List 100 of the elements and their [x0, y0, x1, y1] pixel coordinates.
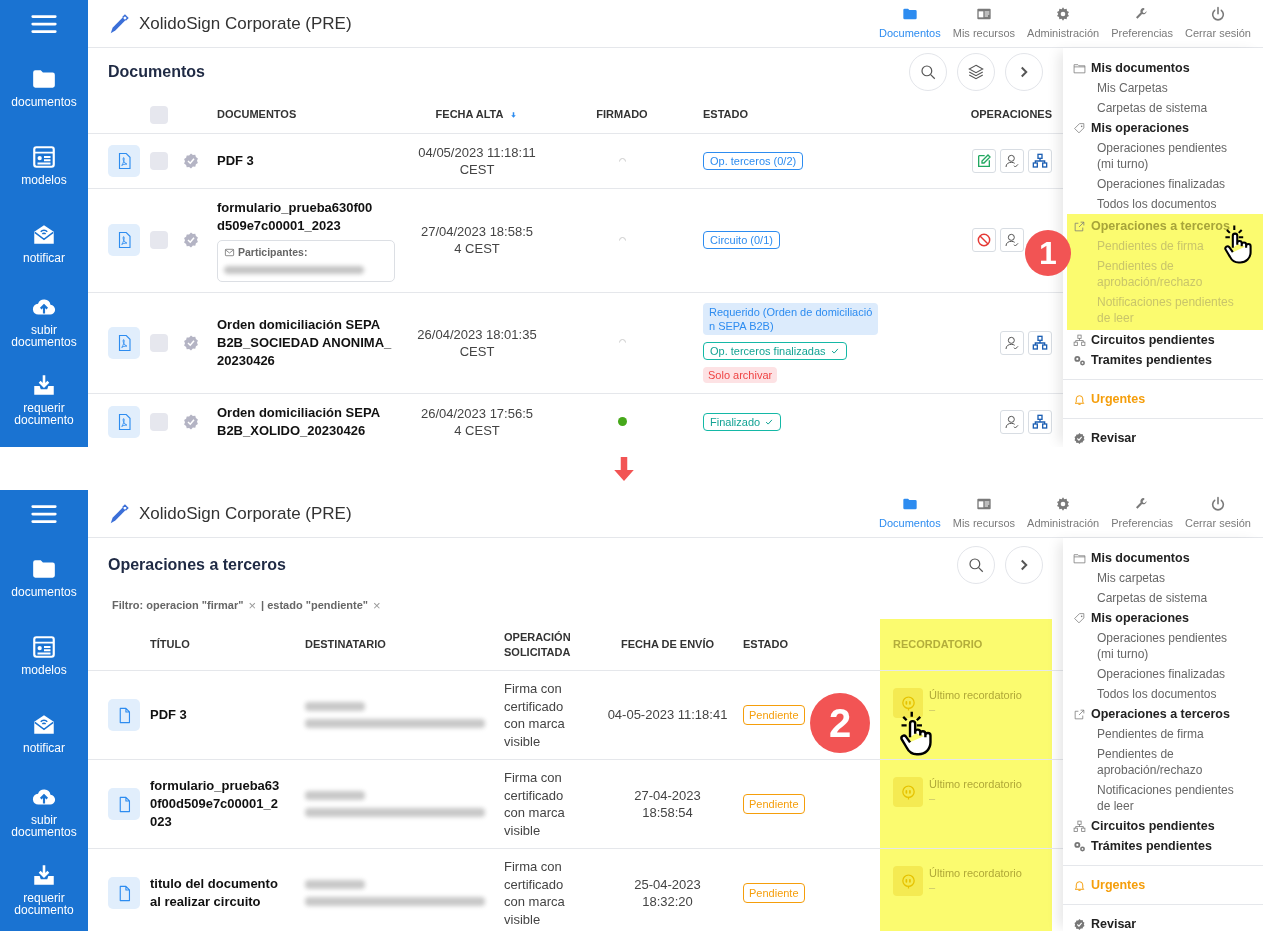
toolbar-button[interactable]: [909, 53, 947, 91]
app-title: XolidoSign Corporate (PRE): [139, 12, 352, 35]
tray-download-icon: [31, 372, 57, 398]
document-title: titulo del documento al realizar circuito: [150, 875, 278, 911]
menu-item-link[interactable]: Mis Carpetas: [1073, 78, 1259, 98]
menu-item-link[interactable]: Todos los documentos: [1073, 684, 1259, 704]
menu-section-link[interactable]: Mis documentos: [1073, 548, 1259, 568]
menu-section-link[interactable]: Mis operaciones: [1073, 118, 1259, 138]
window-icon: [31, 144, 57, 170]
checkbox[interactable]: [150, 231, 168, 250]
circuit-button[interactable]: [1028, 149, 1052, 173]
menu-item-link[interactable]: Pendientes de firma: [1073, 724, 1259, 744]
menu-item-link[interactable]: Operaciones finalizadas: [1073, 664, 1259, 684]
tag-icon: [1073, 611, 1086, 625]
tag-label: Circuito (0/1): [710, 233, 773, 248]
nav-tab[interactable]: Cerrar sesión: [1178, 490, 1257, 537]
file-button[interactable]: [108, 699, 140, 731]
menu-item-link[interactable]: Todos los documentos: [1073, 194, 1259, 214]
menu-item-link[interactable]: Mis carpetas: [1073, 568, 1259, 588]
menu-item-link[interactable]: Carpetas de sistema: [1073, 98, 1259, 118]
menu-section-link[interactable]: Operaciones a terceros: [1073, 704, 1259, 724]
column-sort-button[interactable]: FIRMADO: [596, 106, 648, 123]
nav-tab[interactable]: Mis recursos: [946, 490, 1022, 537]
search-icon: [919, 63, 937, 81]
menu-section-link[interactable]: Revisar: [1073, 428, 1263, 447]
menu-section-link[interactable]: Revisar: [1073, 914, 1263, 931]
sidebar-item[interactable]: notificar: [0, 694, 88, 772]
sort-caret-icon: [509, 111, 519, 118]
date-text: 04/05/2023 11:18:11 CEST: [418, 144, 536, 178]
checkbox[interactable]: [150, 105, 168, 124]
menu-section-link[interactable]: Trámites pendientes: [1073, 836, 1259, 856]
date-text: 25-04-2023 18:32:20: [634, 875, 701, 911]
column-sort-button[interactable]: OPERACIONES: [970, 106, 1052, 123]
menu-item-link[interactable]: Notificaciones pendientes de leer: [1073, 780, 1259, 816]
checkbox[interactable]: [150, 152, 168, 170]
menu-item-link[interactable]: Pendientes de aprobación/rechazo: [1073, 744, 1259, 780]
menu-section-link[interactable]: Circuitos pendientes: [1073, 330, 1259, 350]
pdf-file-button[interactable]: [108, 405, 140, 438]
nav-tab[interactable]: Preferencias: [1105, 490, 1179, 537]
circuit-button[interactable]: [1028, 409, 1052, 434]
filter-text: Filtro: operacion "firmar": [112, 597, 244, 613]
menu-item-link[interactable]: Operaciones pendientes (mi turno): [1073, 628, 1259, 664]
sidebar-item[interactable]: requerir documento: [0, 850, 88, 928]
nav-tab[interactable]: Mis recursos: [946, 0, 1022, 47]
menu-item-link[interactable]: Carpetas de sistema: [1073, 588, 1259, 608]
hierarchy-icon: [1073, 819, 1086, 833]
speech-bubble-icon: [899, 783, 917, 801]
pdf-file-button[interactable]: [108, 145, 140, 177]
menu-section-link[interactable]: Tramites pendientes: [1073, 350, 1259, 370]
pdf-file-button[interactable]: [108, 326, 140, 359]
gears-icon: [1073, 353, 1086, 367]
assign-button[interactable]: [1000, 330, 1024, 355]
operation-text: Firma con certificado con marca visible: [504, 769, 565, 839]
sidebar-item[interactable]: notificar: [0, 204, 88, 282]
sidebar-item[interactable]: documentos: [0, 538, 88, 616]
nav-tab[interactable]: Documentos: [872, 490, 947, 537]
checkbox[interactable]: [150, 333, 168, 352]
envelope-icon: [224, 247, 235, 259]
menu-section-link[interactable]: Mis documentos: [1073, 58, 1259, 78]
file-button[interactable]: [108, 788, 140, 820]
sidebar-item[interactable]: requerir documento: [0, 360, 88, 438]
assign-button[interactable]: [1000, 228, 1024, 253]
column-sort-button[interactable]: DOCUMENTOS: [217, 106, 297, 123]
column-sort-button[interactable]: ESTADO: [703, 106, 749, 123]
sidebar-item[interactable]: modelos: [0, 126, 88, 204]
column-header: TÍTULO: [150, 637, 190, 652]
toolbar-button[interactable]: [957, 545, 995, 584]
cancel-button[interactable]: [972, 228, 996, 253]
edit-button[interactable]: [972, 149, 996, 173]
column-header: OPERACIÓN SOLICITADA: [504, 629, 571, 660]
verified-badge-icon: [182, 412, 200, 431]
nav-tab[interactable]: Administración: [1021, 490, 1106, 537]
assign-button[interactable]: [1000, 149, 1024, 173]
nav-tab[interactable]: Cerrar sesión: [1178, 0, 1257, 47]
pdf-file-button[interactable]: [108, 224, 140, 257]
sidebar-item[interactable]: subir documentos: [0, 282, 88, 360]
toolbar-button[interactable]: [957, 53, 995, 91]
assign-button[interactable]: [1000, 409, 1024, 434]
hierarchy-icon: [1032, 413, 1048, 430]
circuit-button[interactable]: [1028, 330, 1052, 355]
column-header: ESTADO: [743, 637, 789, 652]
column-sort-button[interactable]: FECHA ALTA: [435, 106, 519, 123]
nav-tab[interactable]: Preferencias: [1105, 0, 1179, 47]
nav-tab[interactable]: Documentos: [872, 0, 947, 47]
sidebar-item[interactable]: subir documentos: [0, 772, 88, 850]
user-check-icon: [1004, 413, 1020, 430]
sidebar-item[interactable]: documentos: [0, 48, 88, 126]
reminder-button[interactable]: [893, 688, 923, 718]
power-icon: [1210, 495, 1226, 512]
participants-label: Participantes:: [238, 245, 308, 260]
menu-section-link[interactable]: Circuitos pendientes: [1073, 816, 1259, 836]
menu-item-link[interactable]: Operaciones pendientes (mi turno): [1073, 138, 1259, 174]
sidebar-item[interactable]: modelos: [0, 616, 88, 694]
menu-item-link[interactable]: Operaciones finalizadas: [1073, 174, 1259, 194]
file-button[interactable]: [108, 877, 140, 909]
menu-section-link[interactable]: Mis operaciones: [1073, 608, 1259, 628]
date-text: 27-04-2023 18:58:54: [634, 786, 701, 822]
nav-tab[interactable]: Administración: [1021, 0, 1106, 47]
document-title: formulario_prueba63 0f00d509e7c00001_2 023: [150, 777, 280, 831]
checkbox[interactable]: [150, 412, 168, 431]
